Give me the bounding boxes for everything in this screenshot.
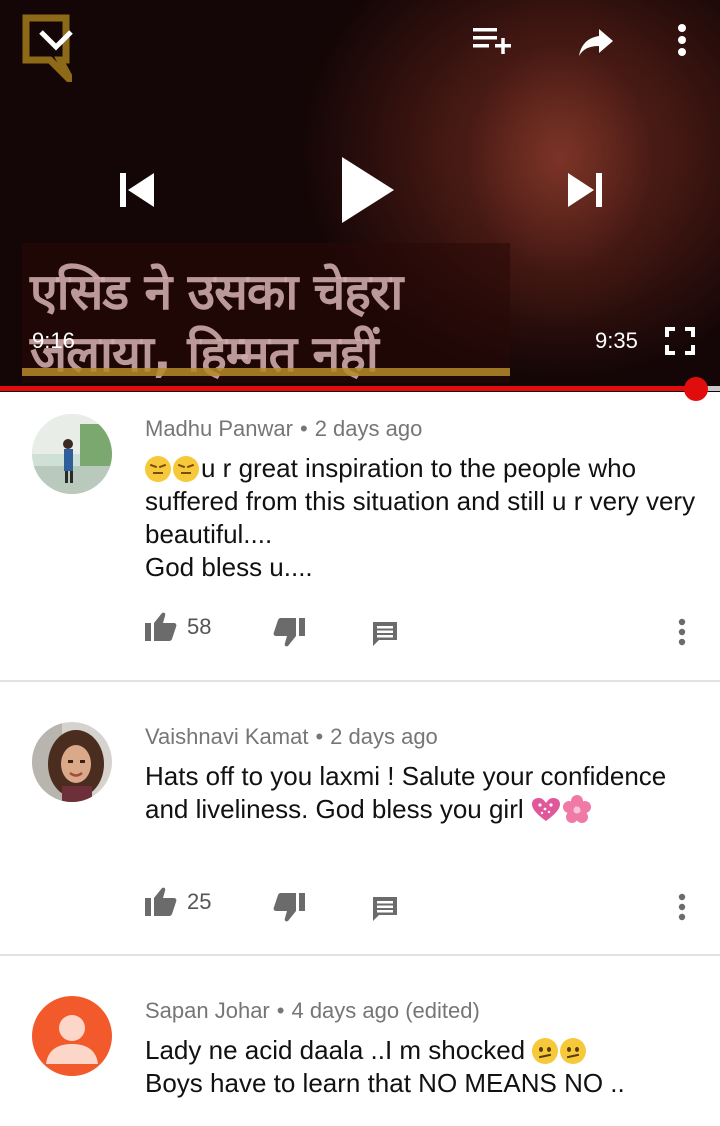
comment-more-icon[interactable] <box>678 893 686 921</box>
comment-author[interactable]: Madhu Panwar <box>145 416 293 441</box>
dislike-button[interactable] <box>273 892 305 922</box>
duration: 9:35 <box>595 328 638 353</box>
avatar[interactable] <box>32 996 112 1076</box>
progress-played <box>0 386 697 391</box>
comment-item: Madhu Panwar • 2 days ago u r great inspir… <box>0 392 720 682</box>
like-button[interactable]: 25 <box>145 887 211 917</box>
cherry-blossom-emoji <box>562 795 591 823</box>
meta-dot: • <box>276 998 285 1023</box>
more-vert-icon[interactable] <box>668 20 696 60</box>
comment-text: Hats off to you laxmi ! Salute your conf… <box>145 760 705 826</box>
collapse-chevron-icon[interactable] <box>30 18 82 62</box>
like-count: 25 <box>187 889 212 914</box>
thumb-up-icon <box>145 887 177 916</box>
comment-author[interactable]: Sapan Johar <box>145 998 270 1023</box>
comment-text-line-1: Lady ne acid daala ..I m shocked <box>145 1035 526 1065</box>
comment-text-line-1: u r great inspiration to the people who … <box>145 453 696 549</box>
comment-text: u r great inspiration to the people who … <box>145 452 705 584</box>
reply-button[interactable] <box>371 895 399 923</box>
reply-comment-icon <box>373 622 397 646</box>
sparkling-heart-emoji <box>531 797 561 823</box>
comment-time: 4 days ago (edited) <box>291 998 480 1023</box>
meta-dot: • <box>299 416 308 441</box>
comment-text-line-2: God bless u.... <box>145 552 313 582</box>
progress-bar[interactable] <box>0 377 720 401</box>
confused-face-emoji <box>532 1038 559 1064</box>
comment-item: Sapan Johar • 4 days ago (edited) Lady ne … <box>0 956 720 1126</box>
like-button[interactable]: 58 <box>145 612 211 642</box>
comment-actions: 25 <box>145 887 705 927</box>
reply-button[interactable] <box>371 620 399 648</box>
confused-face-emoji <box>560 1038 587 1064</box>
previous-icon[interactable] <box>112 166 160 214</box>
comment-time: 2 days ago <box>314 416 423 441</box>
subtitle-line-1: एसिड ने उसका चेहरा <box>30 263 403 321</box>
current-time: 9:16 <box>32 328 75 353</box>
comment-author-line: Sapan Johar • 4 days ago (edited) <box>145 998 480 1024</box>
reply-comment-icon <box>373 897 397 921</box>
comment-actions: 58 <box>145 612 705 652</box>
meta-dot: • <box>315 724 324 749</box>
fullscreen-icon[interactable] <box>662 324 698 358</box>
comment-time: 2 days ago <box>330 724 438 749</box>
dislike-button[interactable] <box>273 617 305 647</box>
comment-text-line-2: Boys have to learn that NO MEANS NO .. <box>145 1068 625 1098</box>
comment-author[interactable]: Vaishnavi Kamat <box>145 724 308 749</box>
next-icon[interactable] <box>562 166 610 214</box>
thumb-down-icon <box>273 893 305 922</box>
play-icon[interactable] <box>332 150 402 230</box>
subtitle-underline <box>22 368 510 376</box>
comment-item: Vaishnavi Kamat • 2 days ago Hats off to y… <box>0 682 720 954</box>
thumb-up-icon <box>145 612 177 641</box>
avatar[interactable] <box>32 414 112 494</box>
comment-author-line: Vaishnavi Kamat • 2 days ago <box>145 724 438 750</box>
comment-text: Lady ne acid daala ..I m shocked Boys ha… <box>145 1034 705 1100</box>
video-player[interactable]: एसिड ने उसका चेहरा जलाया, हिम्मत नहीं 9:… <box>0 0 720 392</box>
thumb-down-icon <box>273 618 305 647</box>
comment-more-icon[interactable] <box>678 618 686 646</box>
share-icon[interactable] <box>574 22 618 62</box>
avatar[interactable] <box>32 722 112 802</box>
add-to-playlist-icon[interactable] <box>468 20 516 60</box>
disappointed-face-emoji <box>145 456 171 482</box>
disappointed-face-emoji <box>173 456 199 482</box>
comment-author-line: Madhu Panwar • 2 days ago <box>145 416 422 442</box>
like-count: 58 <box>187 614 212 639</box>
